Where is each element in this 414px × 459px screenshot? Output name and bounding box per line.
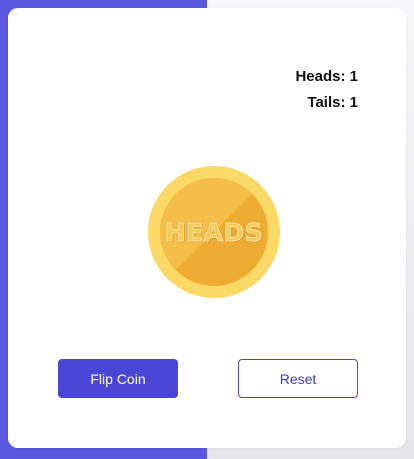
heads-count: 1 bbox=[349, 68, 358, 85]
heads-label: Heads: bbox=[295, 68, 346, 85]
coin: HEADS bbox=[148, 166, 280, 298]
scoreboard: Heads: 1 Tails: 1 bbox=[295, 64, 358, 116]
flip-coin-button[interactable]: Flip Coin bbox=[58, 359, 178, 398]
tails-score: Tails: 1 bbox=[295, 90, 358, 116]
tails-count: 1 bbox=[349, 94, 358, 111]
heads-score: Heads: 1 bbox=[295, 64, 358, 90]
tails-label: Tails: bbox=[307, 94, 346, 111]
coin-flip-card: Heads: 1 Tails: 1 HEADS Flip Coin Reset bbox=[8, 8, 406, 448]
reset-button-label: Reset bbox=[279, 370, 317, 387]
flip-coin-button-label: Flip Coin bbox=[90, 370, 146, 387]
reset-button[interactable]: Reset bbox=[238, 359, 358, 398]
coin-icon bbox=[148, 166, 280, 298]
